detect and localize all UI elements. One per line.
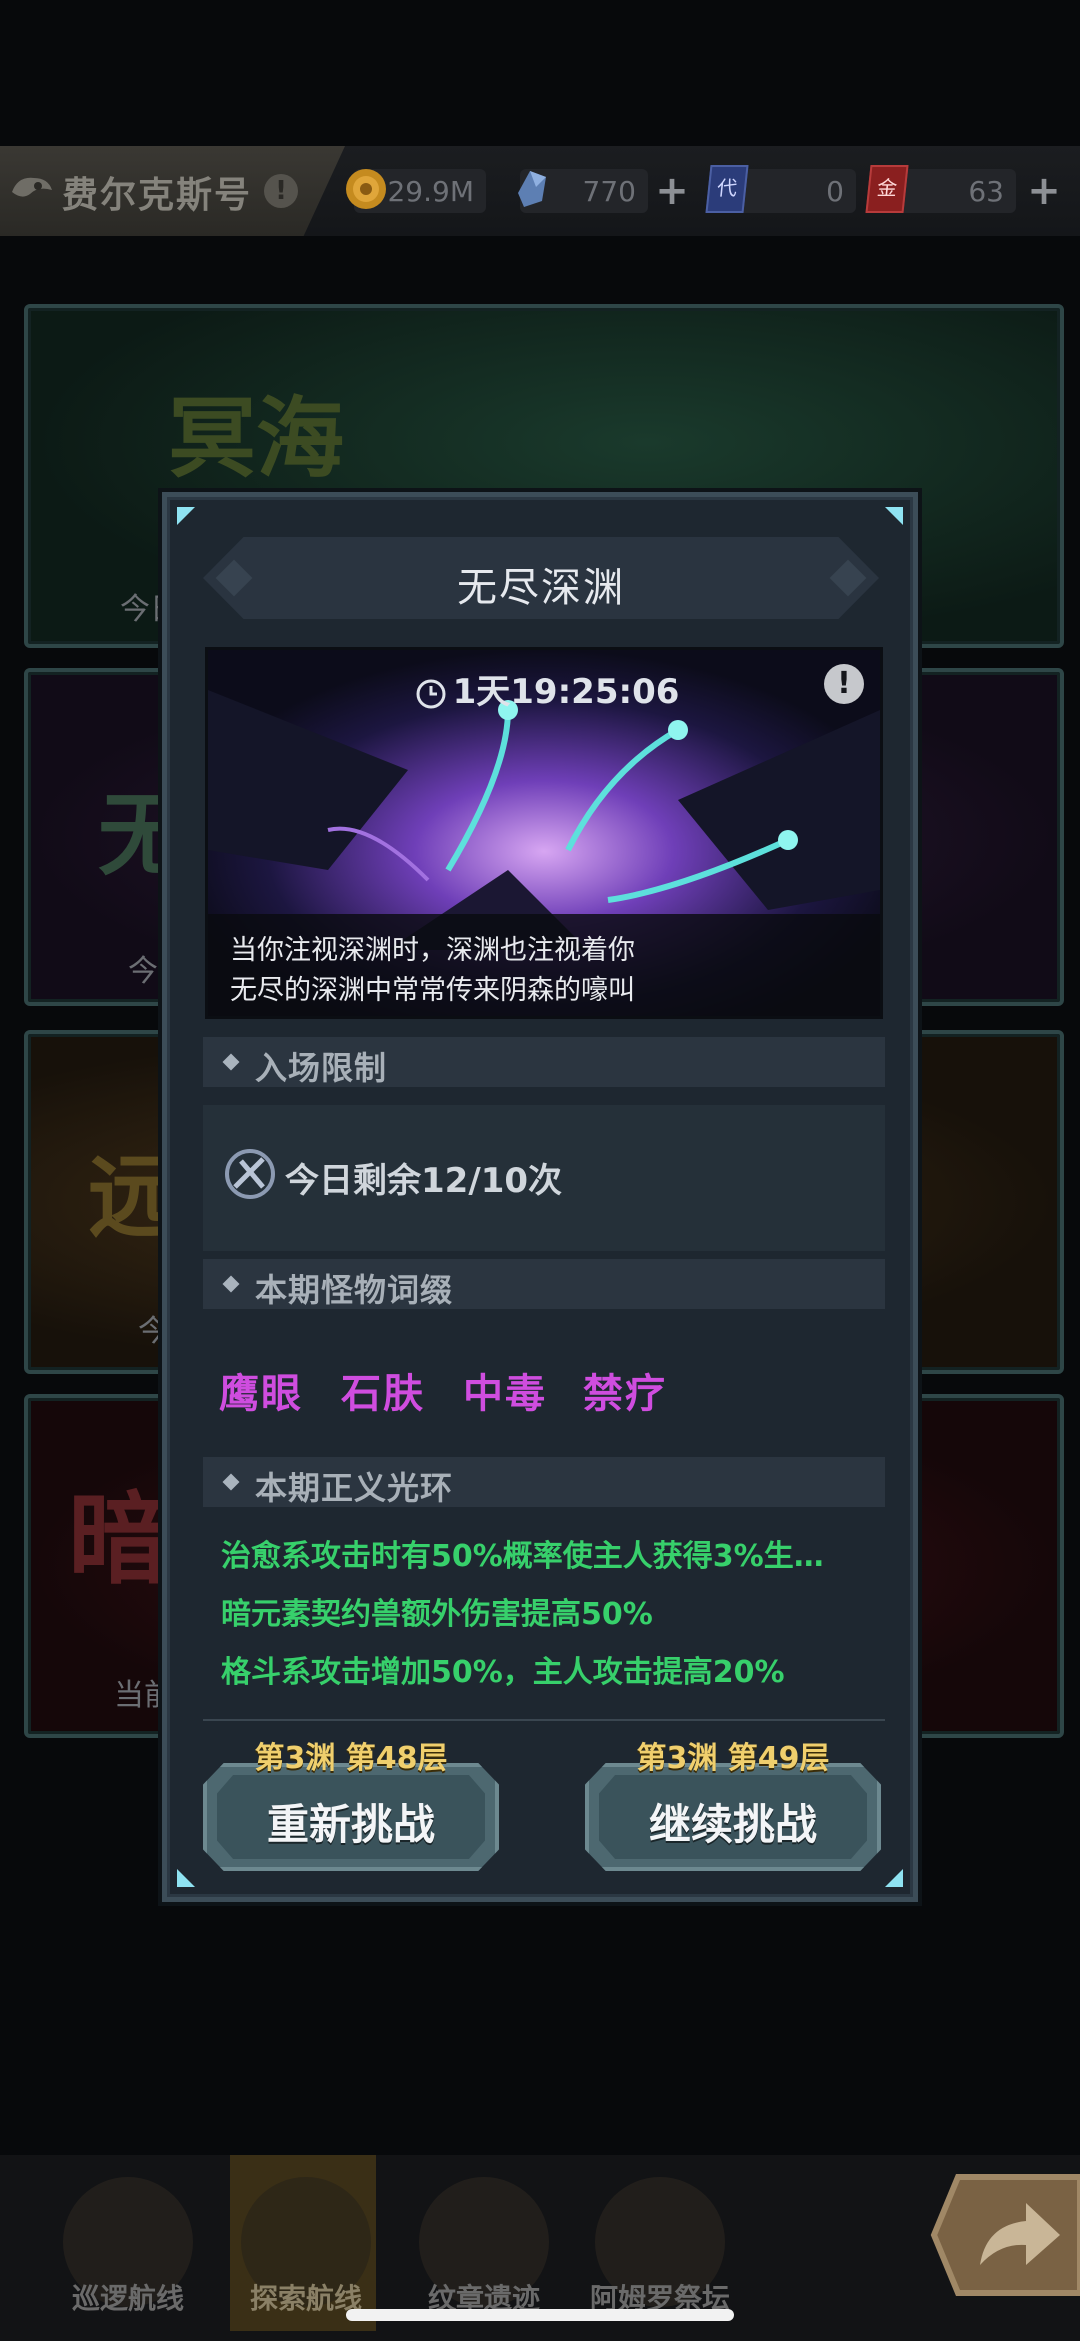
corner-ornament: [885, 507, 903, 525]
justice-aura-header: 本期正义光环: [203, 1457, 885, 1507]
nav-patrol-route[interactable]: 巡逻航线: [58, 2165, 198, 2315]
nav-amuro-altar[interactable]: 阿姆罗祭坛: [590, 2165, 730, 2315]
ticket-b-icon: 金: [865, 165, 909, 213]
corner-ornament: [885, 1869, 903, 1887]
ticket-b-add-button[interactable]: +: [1024, 171, 1064, 211]
ticket-b-value: 63: [968, 175, 1004, 208]
continue-challenge-group: 继续挑战 第3渊 第49层: [585, 1733, 881, 1871]
nav-explore-route[interactable]: 探索航线: [230, 2155, 376, 2331]
entry-limit-header: 入场限制: [203, 1037, 885, 1087]
description-line-2: 无尽的深渊中常常传来阴森的嚎叫: [230, 975, 635, 1006]
info-icon[interactable]: !: [824, 664, 864, 704]
section-title: 入场限制: [255, 1049, 388, 1087]
bullet-diamond-icon: [222, 1053, 240, 1071]
corner-ornament: [177, 1869, 195, 1887]
crystal-icon: [518, 171, 546, 207]
retry-floor-label: 第3渊 第48层: [254, 1741, 448, 1776]
retry-challenge-group: 重新挑战 第3渊 第48层: [203, 1733, 499, 1871]
description-strip: 当你注视深渊时，深渊也注视着你 无尽的深渊中常常传来阴森的嚎叫: [208, 914, 880, 1016]
affix-tag[interactable]: 石肤: [341, 1361, 425, 1419]
ship-name-plate[interactable]: 费尔克斯号 !: [0, 146, 345, 236]
event-card-partial-text: 今: [128, 954, 158, 989]
ticket-b-counter: 金 63 +: [865, 165, 1061, 213]
section-title: 本期正义光环: [255, 1469, 454, 1507]
ship-icon: [12, 177, 52, 197]
continue-button-label: 继续挑战: [648, 1800, 817, 1849]
section-title: 本期怪物词缀: [255, 1271, 454, 1309]
crystal-counter: 770 +: [518, 169, 689, 213]
abyss-banner: 1天19:25:06 ! 当你注视深渊时，深渊也注视着你 无尽的深渊中常常传来阴…: [205, 647, 883, 1019]
gold-coin-icon: [346, 169, 386, 209]
crystal-value: 770: [582, 175, 636, 208]
ship-name: 费尔克斯号: [62, 175, 253, 216]
retry-button-label: 重新挑战: [266, 1800, 435, 1849]
divider: [203, 1719, 885, 1721]
affix-tag[interactable]: 中毒: [463, 1361, 547, 1419]
gold-value: 29.9M: [387, 175, 474, 208]
share-arrow-button[interactable]: [930, 2165, 1080, 2305]
aura-line: 治愈系攻击时有50%概率使主人获得3%生…: [221, 1539, 824, 1574]
dialog-title: 无尽深渊: [457, 565, 625, 611]
gold-counter: 29.9M: [346, 169, 486, 213]
event-card-art-text: 冥海: [168, 387, 345, 490]
ticket-a-icon: 代: [705, 165, 749, 213]
nav-crest-ruins[interactable]: 纹章遗迹: [414, 2165, 554, 2315]
clock-icon: [416, 679, 446, 708]
crossed-swords-icon: [225, 1149, 275, 1199]
top-resource-bar: 费尔克斯号 ! 29.9M 770 + 代 0 金 63 +: [0, 146, 1080, 236]
affix-tag[interactable]: 鹰眼: [219, 1361, 303, 1419]
aura-line: 暗元素契约兽额外伤害提高50%: [221, 1597, 653, 1632]
bullet-diamond-icon: [222, 1275, 240, 1293]
home-indicator[interactable]: [346, 2309, 734, 2321]
remaining-attempts: 今日剩余12/10次: [285, 1161, 563, 1201]
ticket-a-value: 0: [826, 175, 844, 208]
crystal-add-button[interactable]: +: [652, 171, 692, 211]
timer-text: 1天19:25:06: [452, 672, 680, 712]
aura-line: 格斗系攻击增加50%，主人攻击提高20%: [221, 1655, 785, 1690]
endless-abyss-dialog: 无尽深渊 1天19:25:06 ! 当你注视深渊时，深渊也注视着你 无尽的深渊中…: [162, 492, 918, 1902]
event-timer: 1天19:25:06: [208, 664, 880, 713]
title-bar: 无尽深渊: [203, 537, 879, 619]
continue-floor-label: 第3渊 第49层: [636, 1741, 830, 1776]
description-line-1: 当你注视深渊时，深渊也注视着你: [230, 935, 635, 966]
affix-tag[interactable]: 禁疗: [583, 1361, 667, 1419]
bullet-diamond-icon: [222, 1473, 240, 1491]
monster-affix-header: 本期怪物词缀: [203, 1259, 885, 1309]
ship-info-icon[interactable]: !: [264, 174, 298, 208]
entry-limit-box: 今日剩余12/10次: [203, 1105, 885, 1251]
nav-label: 巡逻航线: [71, 2282, 184, 2315]
event-card-art-text: 暗: [68, 1481, 168, 1598]
corner-ornament: [177, 507, 195, 525]
ticket-a-counter: 代 0: [705, 165, 856, 213]
